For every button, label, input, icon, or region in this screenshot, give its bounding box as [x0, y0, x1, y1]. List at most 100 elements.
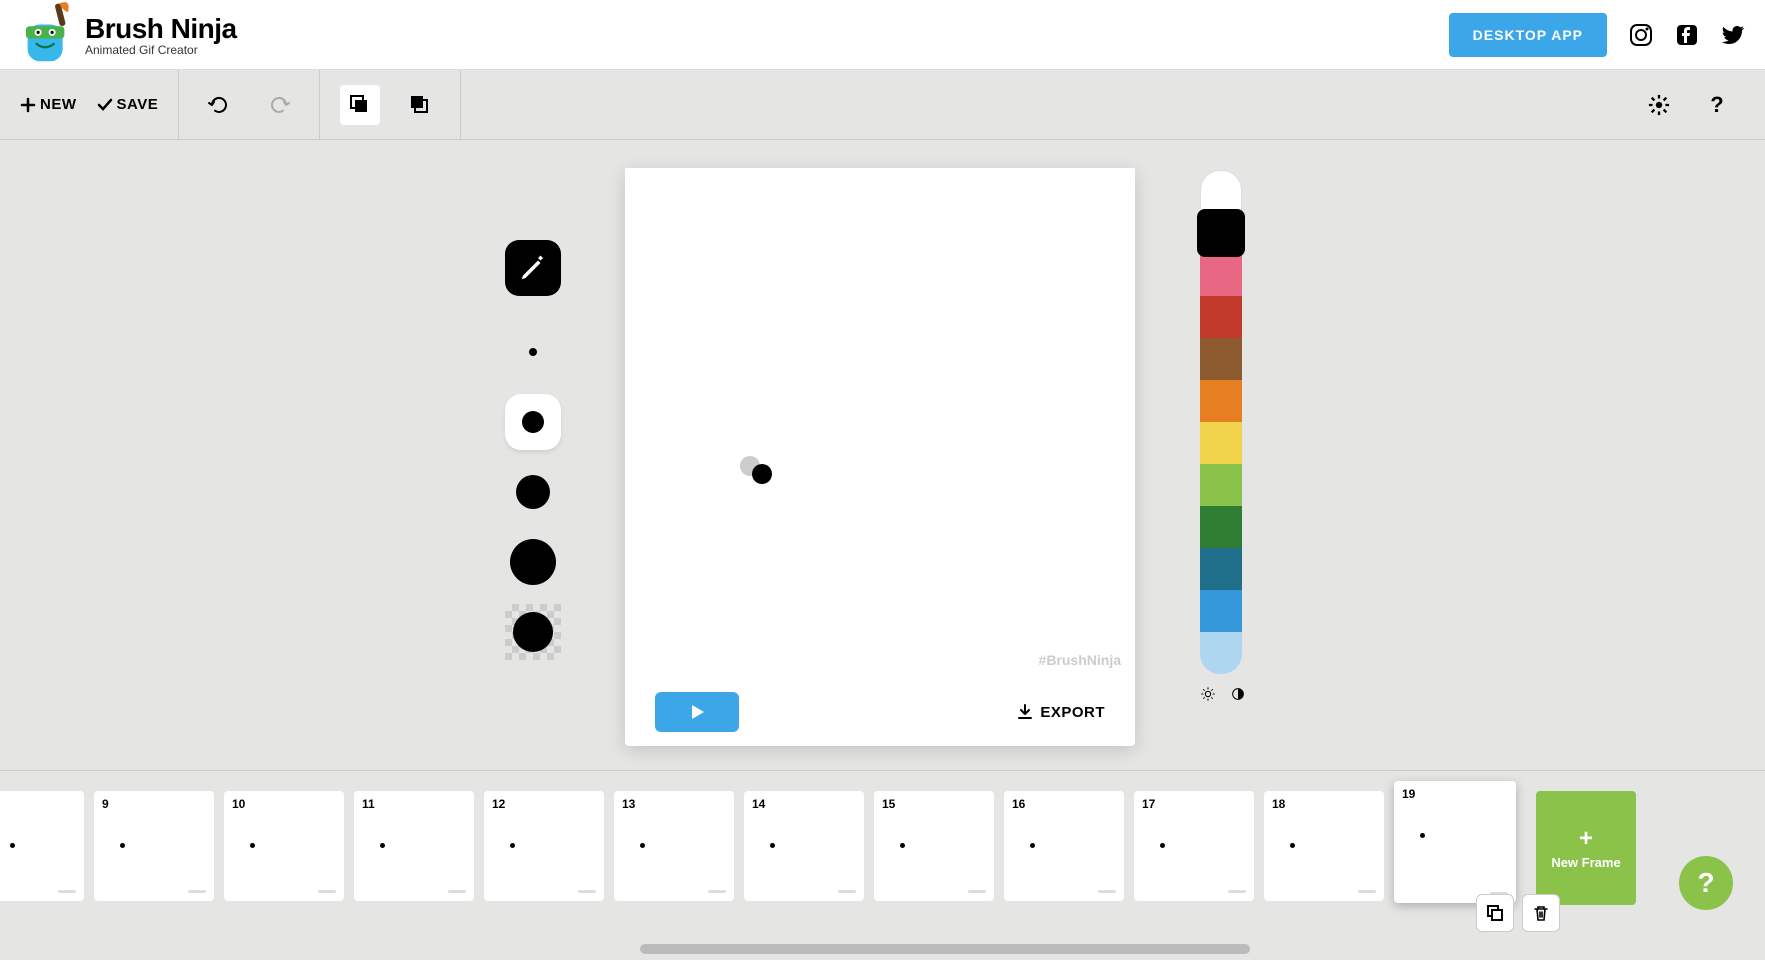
- frame-thumbnail[interactable]: 12: [484, 791, 604, 901]
- instagram-icon[interactable]: [1629, 23, 1653, 47]
- save-button[interactable]: SAVE: [97, 96, 159, 113]
- undo-icon: [207, 93, 231, 117]
- new-button[interactable]: NEW: [20, 96, 77, 113]
- frame-content-dot: [120, 843, 125, 848]
- color-swatch[interactable]: [1200, 464, 1242, 506]
- brush-tools: [505, 240, 561, 660]
- frame-number: 16: [1012, 797, 1025, 811]
- frame-number: 14: [752, 797, 765, 811]
- drawing-canvas[interactable]: #BrushNinja: [625, 168, 1135, 678]
- frame-content-dot: [1030, 843, 1035, 848]
- frame-content-dot: [510, 843, 515, 848]
- redo-button[interactable]: [259, 85, 299, 125]
- dark-mode-icon[interactable]: [1230, 686, 1246, 702]
- light-mode-icon[interactable]: [1200, 686, 1216, 702]
- brush-size-option[interactable]: [505, 394, 561, 450]
- frames-bar: 8 9 10 11 12 13 14 15 16 17 18 19+New Frame: [0, 770, 1765, 960]
- frame-thumbnail[interactable]: 11: [354, 791, 474, 901]
- question-icon: ?: [1697, 867, 1714, 899]
- delete-frame-button[interactable]: [1522, 894, 1560, 932]
- frame-number: 10: [232, 797, 245, 811]
- redo-icon: [267, 93, 291, 117]
- frame-thumbnail[interactable]: 10: [224, 791, 344, 901]
- frame-grip: [188, 890, 206, 893]
- help-button[interactable]: ?: [1697, 85, 1737, 125]
- brush-size-option[interactable]: [505, 604, 561, 660]
- color-swatch[interactable]: [1200, 170, 1242, 212]
- play-button[interactable]: [655, 692, 739, 732]
- frame-thumbnail[interactable]: 13: [614, 791, 734, 901]
- frame-grip: [968, 890, 986, 893]
- new-button-label: NEW: [40, 96, 77, 113]
- plus-icon: +: [1579, 827, 1593, 851]
- frame-grip: [578, 890, 596, 893]
- color-swatch[interactable]: [1200, 590, 1242, 632]
- duplicate-icon: [1486, 904, 1504, 922]
- brush-size-dot: [510, 539, 556, 585]
- onion-forward-button[interactable]: [400, 85, 440, 125]
- desktop-app-button[interactable]: DESKTOP APP: [1449, 13, 1607, 57]
- frame-number: 11: [362, 797, 375, 811]
- brush-size-option[interactable]: [505, 464, 561, 520]
- brand-subtitle: Animated Gif Creator: [85, 43, 237, 57]
- frame-number: 13: [622, 797, 635, 811]
- twitter-icon[interactable]: [1721, 23, 1745, 47]
- frame-content-dot: [770, 843, 775, 848]
- export-label: EXPORT: [1040, 704, 1105, 721]
- frame-content-dot: [250, 843, 255, 848]
- frame-thumbnail[interactable]: 15: [874, 791, 994, 901]
- frame-content-dot: [10, 843, 15, 848]
- export-button[interactable]: EXPORT: [1016, 703, 1105, 721]
- trash-icon: [1532, 904, 1550, 922]
- frame-content-dot: [900, 843, 905, 848]
- duplicate-frame-button[interactable]: [1476, 894, 1514, 932]
- gear-icon: [1648, 94, 1670, 116]
- color-swatch[interactable]: [1200, 632, 1242, 674]
- onion-forward-icon: [409, 94, 431, 116]
- frame-content-dot: [640, 843, 645, 848]
- color-swatch[interactable]: [1200, 380, 1242, 422]
- frame-thumbnail[interactable]: 19: [1394, 781, 1516, 903]
- draw-tool[interactable]: [505, 240, 561, 296]
- frame-thumbnail[interactable]: 18: [1264, 791, 1384, 901]
- color-swatch[interactable]: [1200, 254, 1242, 296]
- frame-number: 18: [1272, 797, 1285, 811]
- brush-size-dot: [516, 475, 550, 509]
- play-icon: [688, 703, 706, 721]
- color-swatch[interactable]: [1200, 506, 1242, 548]
- frame-thumbnail[interactable]: 16: [1004, 791, 1124, 901]
- brush-ninja-logo: [10, 0, 75, 70]
- frame-grip: [318, 890, 336, 893]
- new-frame-button[interactable]: +New Frame: [1536, 791, 1636, 905]
- workspace: #BrushNinja EXPORT: [0, 140, 1765, 760]
- facebook-icon[interactable]: [1675, 23, 1699, 47]
- onion-back-button[interactable]: [340, 85, 380, 125]
- frame-thumbnail[interactable]: 17: [1134, 791, 1254, 901]
- frame-thumbnail[interactable]: 14: [744, 791, 864, 901]
- frames-scrollbar[interactable]: [0, 942, 1747, 956]
- save-button-label: SAVE: [117, 96, 159, 113]
- frame-grip: [1098, 890, 1116, 893]
- frame-number: 12: [492, 797, 505, 811]
- color-swatch[interactable]: [1200, 548, 1242, 590]
- frame-number: 9: [102, 797, 109, 811]
- frame-grip: [448, 890, 466, 893]
- frame-grip: [58, 890, 76, 893]
- plus-icon: [20, 97, 36, 113]
- undo-button[interactable]: [199, 85, 239, 125]
- settings-button[interactable]: [1639, 85, 1679, 125]
- help-fab[interactable]: ?: [1679, 856, 1733, 910]
- color-swatch[interactable]: [1200, 422, 1242, 464]
- brush-size-option[interactable]: [505, 324, 561, 380]
- frame-content-dot: [1290, 843, 1295, 848]
- toolbar: NEW SAVE ?: [0, 70, 1765, 140]
- frame-content-dot: [1420, 833, 1425, 838]
- app-header: Brush Ninja Animated Gif Creator DESKTOP…: [0, 0, 1765, 70]
- color-swatch[interactable]: [1200, 296, 1242, 338]
- brush-size-option[interactable]: [505, 534, 561, 590]
- frame-thumbnail[interactable]: 8: [0, 791, 84, 901]
- brush-size-dot: [513, 612, 553, 652]
- frame-thumbnail[interactable]: 9: [94, 791, 214, 901]
- color-swatch[interactable]: [1197, 209, 1245, 257]
- color-swatch[interactable]: [1200, 338, 1242, 380]
